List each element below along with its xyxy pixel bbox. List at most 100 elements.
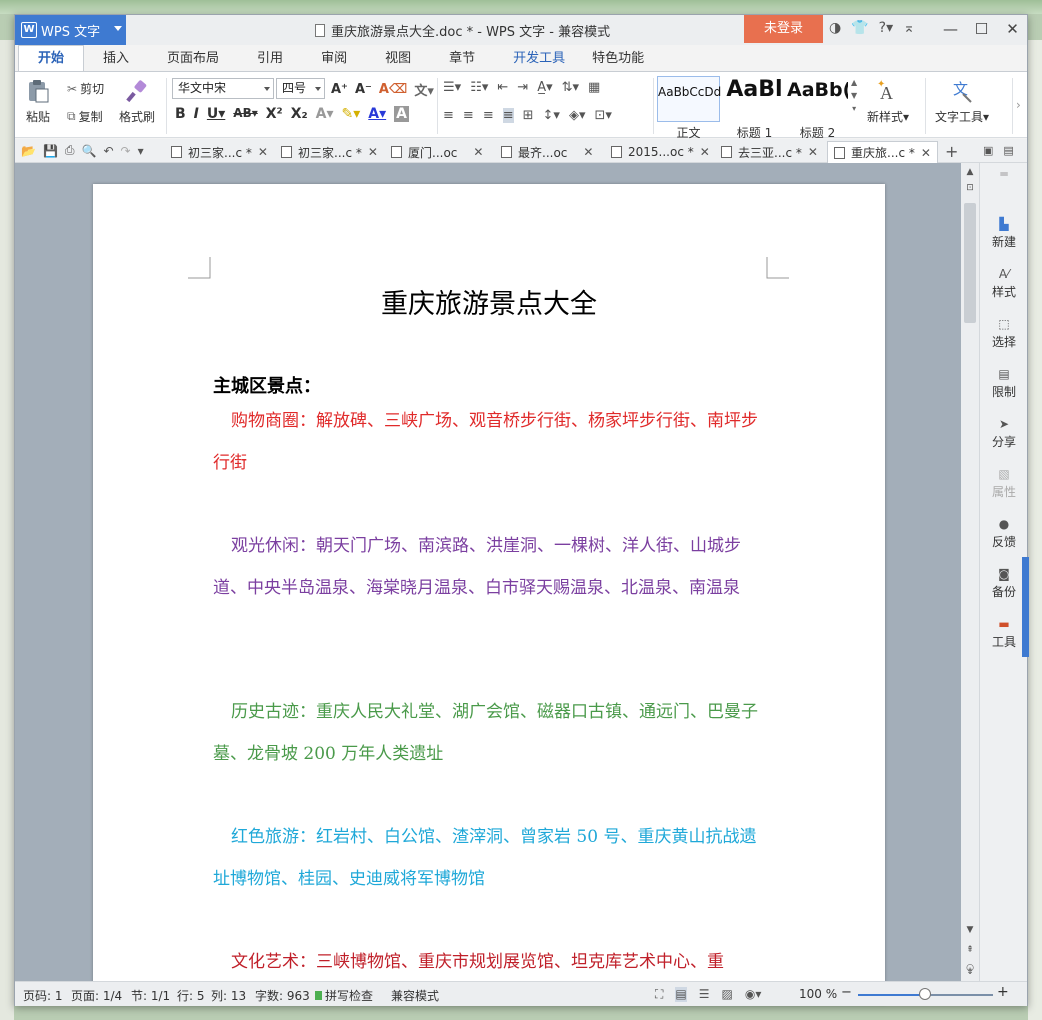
align-left-icon[interactable]: ≡ [443,108,454,123]
close-tab-icon[interactable]: ✕ [921,146,931,160]
next-page-icon[interactable]: ⇟ [961,967,979,977]
border-icon[interactable]: ⊡▾ [594,108,611,123]
panel-tools[interactable]: ▬ 工具 [980,617,1028,650]
shading-icon[interactable]: ◈▾ [569,108,586,123]
line-spacing-icon[interactable]: ↕▾ [543,108,560,123]
font-name-select[interactable]: 华文中宋 [172,78,274,99]
open-folder-icon[interactable]: 📂 [21,144,36,158]
chevron-down-icon[interactable]: ▼ [851,91,857,100]
close-tab-icon[interactable]: ✕ [583,145,593,159]
close-tab-icon[interactable]: ✕ [700,145,710,159]
tab-insert[interactable]: 插入 [84,47,148,71]
close-tab-icon[interactable]: ✕ [808,145,818,159]
panel-feedback[interactable]: ● 反馈 [980,517,1028,550]
subscript-icon[interactable]: X₂ [291,106,308,122]
tab-home[interactable]: 开始 [18,45,85,71]
distribute-icon[interactable]: ⊞ [523,108,534,123]
bold-icon[interactable]: B [175,106,186,122]
outline-view-icon[interactable]: ☰ [699,987,710,1002]
doc-tab[interactable]: 初三家...c * ✕ [281,141,378,163]
customize-icon[interactable]: ▾ [138,144,144,158]
grow-font-icon[interactable]: A⁺ [331,82,348,97]
tab-special-features[interactable]: 特色功能 [584,47,663,71]
paste-button[interactable]: 粘贴 [25,78,51,125]
style-heading-2[interactable]: AaBb( 标题 2 [786,76,849,140]
panel-styles[interactable]: A⁄ 样式 [980,267,1028,300]
doc-tab[interactable]: 初三家...c * ✕ [171,141,268,163]
tab-chapter[interactable]: 章节 [430,47,494,71]
text-effect-icon[interactable]: A▾ [316,106,334,122]
doc-tab[interactable]: 最齐...oc ✕ [501,141,593,163]
bullet-list-icon[interactable]: ☰▾ [443,80,461,95]
skin-icon[interactable]: ◑ [829,20,841,36]
help-button[interactable]: ?▾ [879,20,893,36]
close-icon[interactable]: ✕ [997,18,1028,40]
underline-icon[interactable]: U▾ [207,106,225,122]
app-menu-button[interactable]: W WPS 文字 [15,15,126,45]
close-tab-icon[interactable]: ✕ [473,145,483,159]
protect-eye-icon[interactable]: ◉▾ [745,987,762,1002]
panel-properties[interactable]: ▧ 属性 [980,467,1028,500]
expand-icon[interactable]: ▾ [852,104,856,113]
tab-developer[interactable]: 开发工具 [494,47,584,71]
tab-review[interactable]: 审阅 [302,47,366,71]
chevron-up-icon[interactable]: ▲ [851,78,857,87]
tab-menu-icon[interactable]: ▤ [1003,144,1013,157]
panel-select[interactable]: ⬚ 选择 [980,317,1028,350]
style-scroll[interactable]: ▲ ▼ ▾ [851,78,857,113]
prev-page-icon[interactable]: ⇞ [961,945,979,955]
redo-icon[interactable]: ↷ [121,144,131,158]
table-icon[interactable]: ▦ [588,80,600,95]
font-size-select[interactable]: 四号 [276,78,325,99]
format-painter-button[interactable]: 格式刷 [119,78,155,125]
panel-new[interactable]: ▙ 新建 [980,217,1028,250]
style-normal[interactable]: AaBbCcDd 正文 [657,76,721,140]
panel-backup[interactable]: ◙ 备份 [980,567,1028,600]
superscript-icon[interactable]: X² [266,106,283,122]
tab-view[interactable]: 视图 [366,47,430,71]
tab-references[interactable]: 引用 [238,47,302,71]
ribbon-collapse-icon[interactable]: ⌅ [903,20,915,36]
page-view-icon[interactable]: ▤ [675,987,687,1002]
reading-view-icon[interactable]: ▨ [722,987,733,1002]
zoom-level[interactable]: 100 % [799,987,837,1001]
scroll-down-icon[interactable]: ▼ [961,925,979,935]
shrink-font-icon[interactable]: A⁻ [355,82,372,97]
indent-icon[interactable]: ⇥ [517,80,528,95]
vertical-scrollbar[interactable]: ▲ ⊡ ▼ ⇞ ○ ⇟ [961,163,979,981]
align-right-icon[interactable]: ≡ [483,108,494,123]
document-page[interactable]: 重庆旅游景点大全 主城区景点： 购物商圈：解放碑、三峡广场、观音桥步行街、杨家坪… [93,184,885,1004]
print-icon[interactable]: ⎙ [65,143,75,158]
doc-tab-active[interactable]: 重庆旅...c * ✕ [827,141,938,163]
login-button[interactable]: 未登录 [744,15,823,43]
clear-format-icon[interactable]: A⌫ [379,82,407,97]
status-word-count[interactable]: 字数: 963 [255,987,310,1004]
doc-tab[interactable]: 厦门...oc ✕ [391,141,483,163]
doc-tab[interactable]: 2015...oc * ✕ [611,141,710,163]
fullscreen-icon[interactable]: ⛶ [655,987,663,1002]
undo-icon[interactable]: ↶ [103,144,113,158]
tab-page-layout[interactable]: 页面布局 [148,47,238,71]
ruler-toggle-icon[interactable]: ⊡ [961,183,979,193]
copy-button[interactable]: ⧉ 复制 [67,108,103,125]
zoom-in-icon[interactable]: + [997,984,1009,1000]
cut-button[interactable]: ✂ 剪切 [67,80,104,97]
scroll-up-icon[interactable]: ▲ [961,167,979,177]
panel-handle-icon[interactable]: ═ [980,167,1028,181]
save-icon[interactable]: 💾 [43,144,58,158]
numbered-list-icon[interactable]: ☷▾ [470,80,488,95]
align-justify-icon[interactable]: ≡ [502,108,514,123]
tshirt-icon[interactable]: 👕 [851,20,868,36]
sort-icon[interactable]: ⇅▾ [562,80,579,95]
ribbon-more-icon[interactable]: › [1016,98,1021,112]
close-tab-icon[interactable]: ✕ [258,145,268,159]
style-heading-1[interactable]: AaBl 标题 1 [723,76,786,140]
minimize-icon[interactable]: — [935,18,966,40]
maximize-icon[interactable]: ☐ [966,18,997,40]
pinyin-icon[interactable]: 文▾ [414,80,434,99]
zoom-out-icon[interactable]: − [841,985,852,1000]
new-tab-icon[interactable]: + [945,142,958,161]
panel-restrict[interactable]: ▤ 限制 [980,367,1028,400]
print-preview-icon[interactable]: 🔍 [82,144,97,158]
panel-share[interactable]: ➤ 分享 [980,417,1028,450]
